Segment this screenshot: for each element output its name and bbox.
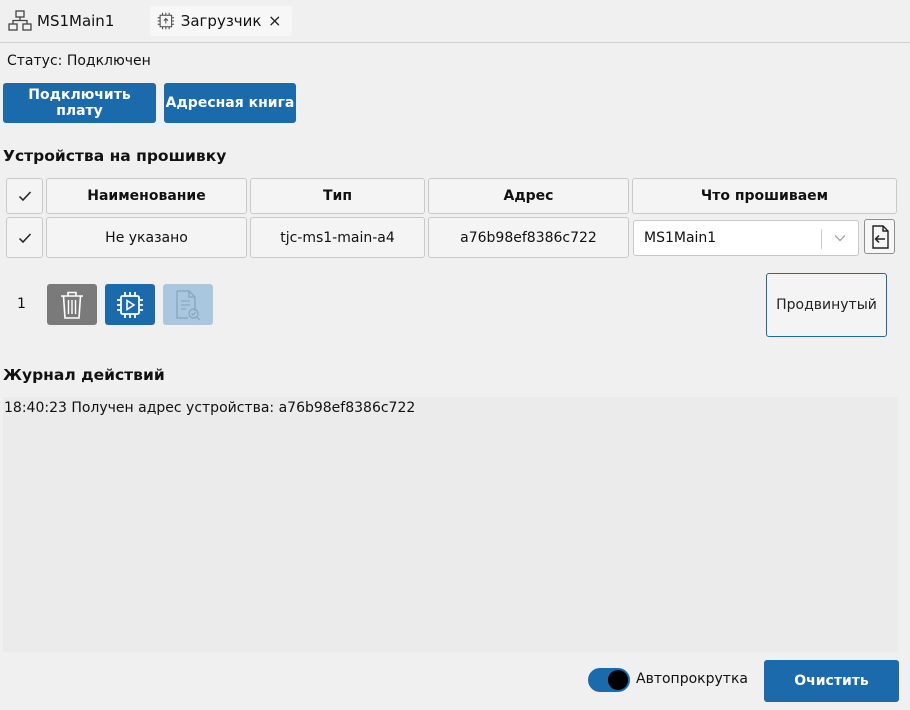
flash-button[interactable] [105,284,155,325]
chip-upload-icon [157,12,175,30]
clear-log-button[interactable]: Очистить [764,660,899,702]
checkmark-icon [18,232,31,243]
column-header-type[interactable]: Тип [250,178,425,214]
log-title: Журнал действий [3,366,165,384]
chip-play-icon [117,291,143,318]
verify-button[interactable] [163,284,213,325]
column-header-name[interactable]: Наименование [46,178,247,214]
load-file-button[interactable] [864,219,895,254]
connection-status: Статус: Подключен [7,53,151,69]
file-import-icon [871,224,889,249]
select-all-checkbox[interactable] [6,178,43,214]
tab-loader[interactable]: Загрузчик [150,6,292,36]
tab-label: Загрузчик [180,12,262,30]
checkmark-icon [18,191,31,202]
file-search-icon [176,289,201,320]
autoscroll-toggle[interactable] [588,668,630,692]
address-book-button[interactable]: Адресная книга [164,83,296,123]
device-name-cell: Не указано [46,217,247,258]
chevron-down-icon[interactable] [833,233,847,243]
network-icon [8,10,32,31]
delete-button[interactable] [47,284,97,325]
row-checkbox[interactable] [6,217,43,258]
tab-bar: MS1Main1 Загрузчик [0,0,910,43]
devices-title: Устройства на прошивку [3,147,227,165]
firmware-target-value: MS1Main1 [644,230,717,246]
close-icon[interactable] [269,14,281,28]
log-line: 18:40:23 Получен адрес устройства: a76b9… [4,400,416,416]
device-type-cell: tjc-ms1-main-a4 [250,217,425,258]
trash-icon [61,291,83,319]
log-area[interactable]: 18:40:23 Получен адрес устройства: a76b9… [3,397,898,652]
column-header-address[interactable]: Адрес [428,178,629,214]
connect-board-button[interactable]: Подключить плату [3,83,156,123]
device-count: 1 [17,296,26,312]
tab-ms1main1[interactable]: MS1Main1 [4,6,118,36]
autoscroll-label: Автопрокрутка [636,671,748,687]
device-address-cell: a76b98ef8386c722 [428,217,629,258]
tab-label: MS1Main1 [37,12,115,30]
toggle-knob [608,670,628,690]
select-divider [821,229,822,249]
column-header-target[interactable]: Что прошиваем [632,178,897,214]
advanced-button[interactable]: Продвинутый [766,273,887,337]
firmware-target-select[interactable]: MS1Main1 [633,220,859,256]
